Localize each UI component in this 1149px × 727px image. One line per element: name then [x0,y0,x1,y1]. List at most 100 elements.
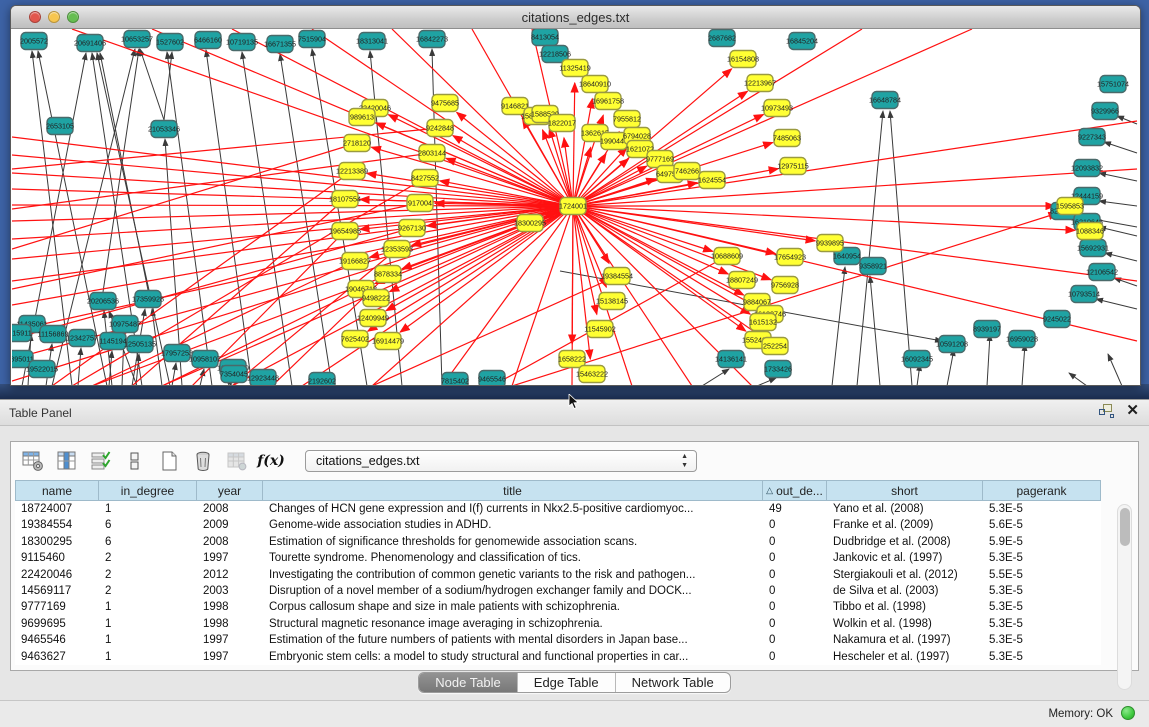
table-row[interactable]: 1872400712008Changes of HCN gene express… [15,501,1101,517]
column-header-in_degree[interactable]: in_degree [99,480,197,501]
node[interactable]: 10975487 [109,316,141,333]
selected-node[interactable]: 15138145 [596,293,628,310]
cell-short[interactable]: Tibbo et al. (1998) [827,599,983,615]
cell-in_degree[interactable]: 6 [99,517,197,533]
selected-node[interactable]: 12409949 [357,310,389,327]
selected-node[interactable]: 1624554 [698,172,726,189]
cell-name[interactable]: 9465546 [15,632,99,648]
selected-node[interactable]: 9242848 [426,120,454,137]
cell-year[interactable]: 2003 [197,583,263,599]
cell-title[interactable]: Changes of HCN gene expression and I(f) … [263,501,763,517]
cell-pagerank[interactable]: 5.3E-5 [983,501,1101,517]
cell-pagerank[interactable]: 5.3E-5 [983,632,1101,648]
node[interactable]: 16648784 [869,92,901,109]
node[interactable]: 14136141 [715,351,747,368]
cell-in_degree[interactable]: 2 [99,550,197,566]
node[interactable]: 10719135 [226,34,258,51]
node[interactable]: 6466160 [194,32,222,49]
selected-node[interactable]: 10973493 [761,100,793,117]
cell-in_degree[interactable]: 6 [99,534,197,550]
cell-year[interactable]: 2009 [197,517,263,533]
selected-node[interactable]: 746266 [674,163,700,180]
cell-pagerank[interactable]: 5.3E-5 [983,599,1101,615]
node[interactable]: 10653257 [121,31,153,48]
selected-node[interactable]: 1658222 [558,351,586,368]
cell-year[interactable]: 1997 [197,550,263,566]
node[interactable]: 2653105 [46,118,74,135]
cell-pagerank[interactable]: 5.5E-5 [983,567,1101,583]
selected-node[interactable]: 1088346 [1076,223,1104,240]
selected-node[interactable]: 10688609 [711,248,743,265]
selected-node[interactable]: 18640910 [579,76,611,93]
node[interactable]: 16092345 [901,351,933,368]
cell-title[interactable]: Structural magnetic resonance image aver… [263,616,763,632]
node[interactable]: 20691406 [74,35,106,52]
table-row[interactable]: 1456911722003Disruption of a novel membe… [15,583,1101,599]
node[interactable]: 12106542 [1086,264,1118,281]
selected-node[interactable]: 1615132 [749,314,777,331]
cell-pagerank[interactable]: 5.9E-5 [983,534,1101,550]
selected-node[interactable]: 11325419 [559,60,590,77]
selected-node[interactable]: 9939895 [816,235,844,252]
cell-in_degree[interactable]: 1 [99,616,197,632]
cell-in_degree[interactable]: 2 [99,567,197,583]
selected-node[interactable]: 7955812 [613,111,641,128]
node[interactable]: 10793514 [1068,286,1100,303]
selected-node[interactable]: 2718120 [343,135,371,152]
tab-node-table[interactable]: Node Table [419,673,517,692]
node[interactable]: 1145194 [99,333,126,350]
selected-node[interactable]: 12353593 [381,241,413,258]
node[interactable]: 2005572 [20,33,48,50]
column-header-title[interactable]: title [263,480,763,501]
node[interactable]: 2192602 [308,373,336,386]
cell-short[interactable]: Jankovic et al. (1997) [827,550,983,566]
cell-pagerank[interactable]: 5.3E-5 [983,649,1101,665]
cell-out_de[interactable]: 0 [763,550,827,566]
cell-out_de[interactable]: 0 [763,616,827,632]
cell-title[interactable]: Estimation of significance thresholds fo… [263,534,763,550]
selected-node[interactable]: 17654923 [774,249,806,266]
selected-node[interactable]: 16961758 [592,93,624,110]
selected-node[interactable]: 917004 [407,195,433,212]
row-height-icon[interactable] [123,449,147,473]
table-row[interactable]: 2242004622012Investigating the contribut… [15,567,1101,583]
node[interactable]: 18313041 [356,33,388,50]
node[interactable]: 15751074 [1097,76,1129,93]
cell-out_de[interactable]: 49 [763,501,827,517]
cell-in_degree[interactable]: 1 [99,649,197,665]
node[interactable]: 16959028 [1006,331,1038,348]
node[interactable]: 16845204 [786,33,818,50]
node[interactable]: 1527602 [156,34,184,51]
node[interactable]: 2687682 [708,30,736,47]
selected-node[interactable]: 8878334 [374,266,402,283]
cell-name[interactable]: 22420046 [15,567,99,583]
table-row[interactable]: 946554611997Estimation of the future num… [15,632,1101,648]
tab-network-table[interactable]: Network Table [615,673,730,692]
cell-year[interactable]: 2008 [197,501,263,517]
node[interactable]: 7815402 [441,373,469,386]
table-row[interactable]: 969969511998Structural magnetic resonanc… [15,616,1101,632]
selected-node[interactable]: 19166827 [339,253,371,270]
cell-short[interactable]: Wolkin et al. (1998) [827,616,983,632]
tab-edge-table[interactable]: Edge Table [517,673,615,692]
close-panel-icon[interactable]: ✕ [1126,404,1139,418]
cell-out_de[interactable]: 0 [763,567,827,583]
node[interactable]: 8413054 [531,29,559,46]
node[interactable]: 3915911 [12,325,32,342]
selected-node[interactable]: 19384554 [601,268,633,285]
node[interactable]: 7515904 [298,31,326,48]
selected-node[interactable]: 9498222 [362,290,390,307]
selected-node[interactable]: 8427552 [411,170,439,187]
table-row[interactable]: 1830029562008Estimation of significance … [15,534,1101,550]
selected-node[interactable]: 19654985 [329,223,361,240]
cell-year[interactable]: 1997 [197,632,263,648]
cell-short[interactable]: de Silva et al. (2003) [827,583,983,599]
cell-title[interactable]: Embryonic stem cells: a model to study s… [263,649,763,665]
cell-out_de[interactable]: 0 [763,632,827,648]
selected-node[interactable]: 12975115 [777,158,808,175]
selected-node[interactable]: 9267130 [398,220,426,237]
node[interactable]: 16671355 [264,36,296,53]
delete-table-icon[interactable] [225,449,249,473]
selected-node[interactable]: 15463222 [576,366,608,383]
network-view-window[interactable]: citations_edges.txt 20055722069140610653… [10,5,1141,386]
